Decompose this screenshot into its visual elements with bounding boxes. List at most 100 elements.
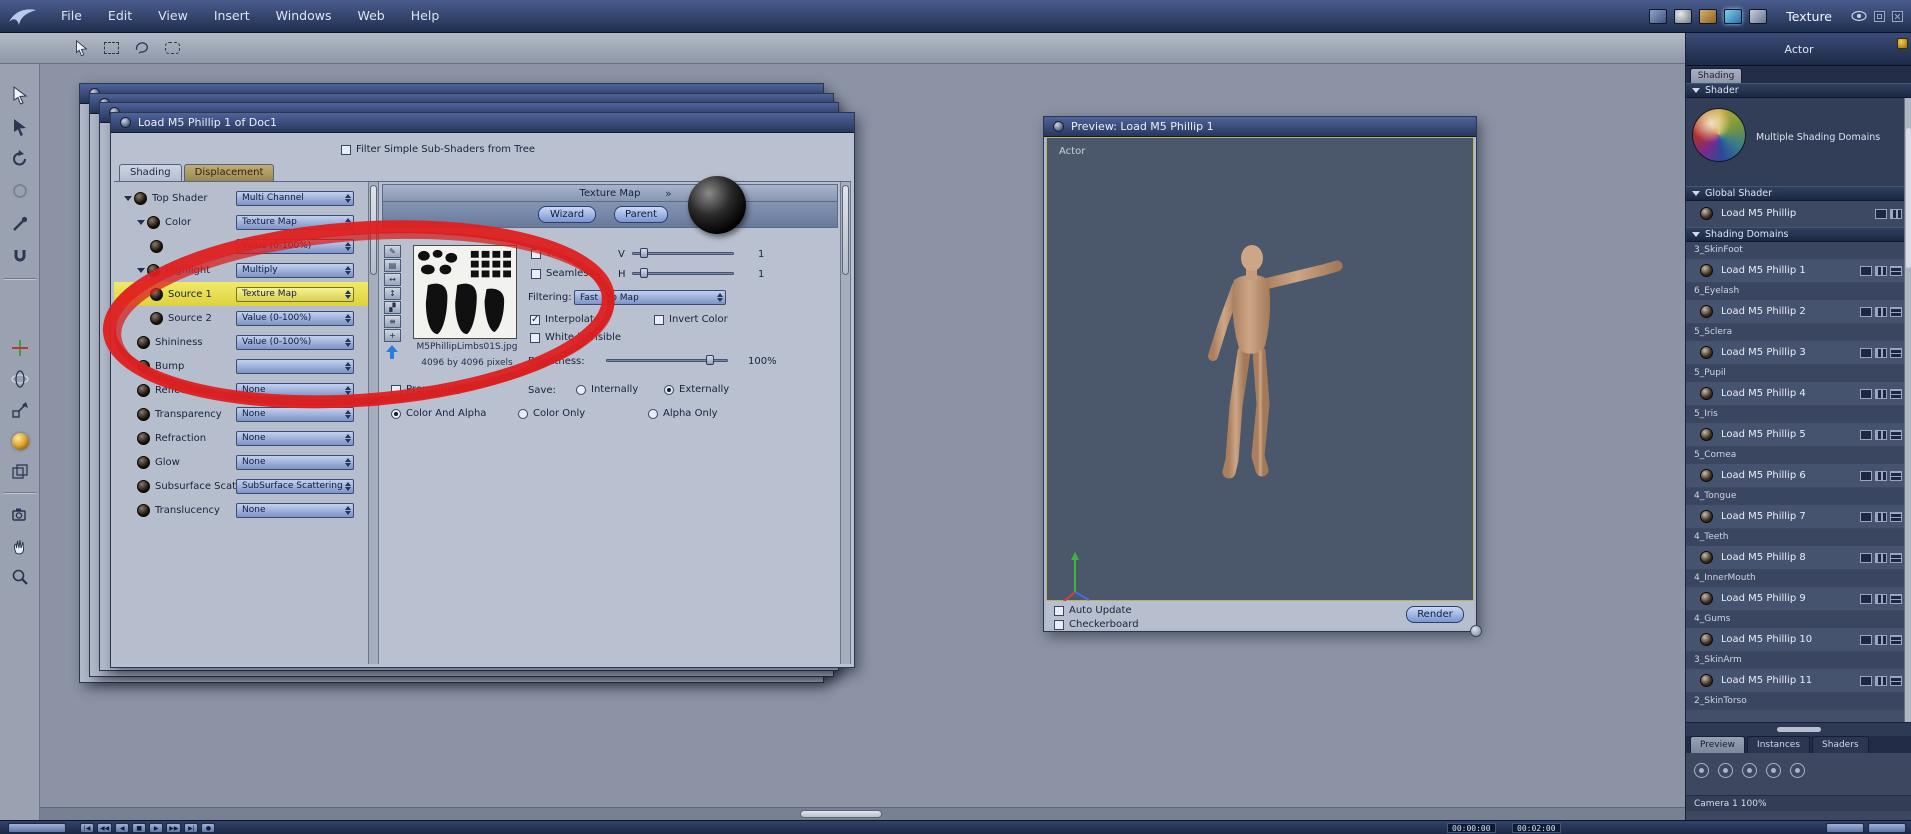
menu-item[interactable]: Web: [344, 0, 397, 32]
h-tiling-slider[interactable]: [632, 267, 734, 280]
preview-title-bar[interactable]: Preview: Load M5 Phillip 1: [1044, 117, 1476, 137]
panel-options-icon[interactable]: [1897, 38, 1908, 49]
shading-domain-group[interactable]: 5_Sclera: [1686, 324, 1911, 341]
shader-tree-row[interactable]: Transparency None: [114, 402, 368, 426]
frame-rate-dropdown[interactable]: [1868, 823, 1906, 833]
shading-domain-group[interactable]: 2_SkinTorso: [1686, 693, 1911, 710]
channel-type-dropdown[interactable]: Texture Map: [236, 286, 354, 302]
channel-type-dropdown[interactable]: Value (0-100%): [236, 310, 354, 326]
shading-domain-item[interactable]: Load M5 Phillip 4: [1686, 382, 1911, 406]
mini-tool-button[interactable]: ✎: [384, 245, 401, 258]
shading-domain-item[interactable]: Load M5 Phillip 3: [1686, 341, 1911, 365]
zoom-tool-icon[interactable]: [7, 564, 33, 590]
grid-icon[interactable]: [1875, 265, 1887, 276]
global-shader-item[interactable]: Load M5 Phillip: [1686, 201, 1911, 227]
grid-icon[interactable]: [1875, 675, 1887, 686]
parent-button[interactable]: Parent: [614, 206, 668, 223]
current-shader-ball-icon[interactable]: [7, 428, 33, 454]
channel-type-dropdown[interactable]: Multi Channel: [236, 190, 354, 206]
layers-icon[interactable]: [1890, 552, 1902, 563]
region-tool-icon[interactable]: [165, 42, 180, 54]
channel-type-dropdown[interactable]: None: [236, 430, 354, 446]
shader-tree-row[interactable]: Translucency None: [114, 498, 368, 522]
layers-icon[interactable]: [1890, 470, 1902, 481]
grid-icon[interactable]: [1875, 593, 1887, 604]
menu-item[interactable]: Help: [398, 0, 453, 32]
scale-3d-tool-icon[interactable]: [7, 397, 33, 423]
grid-icon[interactable]: [1875, 429, 1887, 440]
monitor-icon[interactable]: [1860, 388, 1872, 399]
layers-icon[interactable]: [1890, 347, 1902, 358]
monitor-icon[interactable]: [1860, 265, 1872, 276]
window-resize-handle[interactable]: [1470, 625, 1482, 637]
menu-item[interactable]: View: [145, 0, 201, 32]
channel-type-dropdown[interactable]: None: [236, 454, 354, 470]
camera-pan-icon[interactable]: [1718, 763, 1733, 778]
shader-tree-row[interactable]: Source 2 Value (0-100%): [114, 306, 368, 330]
expander-icon[interactable]: [137, 219, 147, 225]
monitor-icon[interactable]: [1860, 511, 1872, 522]
render-room-icon[interactable]: [1749, 8, 1768, 24]
dropdown-stepper-icon[interactable]: [345, 481, 351, 491]
shading-domain-group[interactable]: 3_SkinArm: [1686, 652, 1911, 669]
panel-scrollbar[interactable]: [840, 182, 851, 664]
sidebar-bottom-tab[interactable]: Instances: [1747, 736, 1811, 753]
shader-tree-row[interactable]: Source 1 Texture Map: [114, 282, 368, 306]
channel-type-dropdown[interactable]: None: [236, 382, 354, 398]
camera-orbit-icon[interactable]: [1694, 763, 1709, 778]
tree-scrollbar[interactable]: [368, 182, 379, 664]
document-canvas[interactable]: Load M5 Phillip 1 of Doc1 Filter Simple …: [40, 64, 1685, 820]
sidebar-bottom-tab[interactable]: Shaders: [1812, 736, 1869, 753]
eyedropper-tool-icon[interactable]: [7, 211, 33, 237]
cube-tool-icon[interactable]: [7, 459, 33, 485]
collapse-window-icon[interactable]: [1874, 10, 1885, 22]
shading-domain-group[interactable]: 5_Pupil: [1686, 365, 1911, 382]
dialog-tab[interactable]: Displacement: [183, 164, 275, 181]
sidebar-splitter[interactable]: [1686, 722, 1911, 736]
camera-zoom-icon[interactable]: [1742, 763, 1757, 778]
global-shader-section-header[interactable]: Global Shader: [1686, 186, 1911, 201]
render-button[interactable]: Render: [1406, 606, 1464, 623]
camera-frame-icon[interactable]: [1766, 763, 1781, 778]
visibility-eye-icon[interactable]: [1851, 10, 1867, 22]
scale-tool-icon[interactable]: [7, 178, 33, 204]
interpolate-checkbox[interactable]: [530, 314, 540, 325]
timeline-option-dropdown[interactable]: [1826, 823, 1864, 833]
shader-tree-row[interactable]: Top Shader Multi Channel: [114, 186, 368, 210]
shading-domain-group[interactable]: 5_Iris: [1686, 406, 1911, 423]
grid-icon[interactable]: [1875, 470, 1887, 481]
monitor-icon[interactable]: [1860, 347, 1872, 358]
grid-icon[interactable]: [1875, 511, 1887, 522]
play-back-icon[interactable]: ◀: [115, 823, 130, 833]
layers-icon[interactable]: [1890, 388, 1902, 399]
auto-update-checkbox[interactable]: [1054, 605, 1064, 616]
color-only-radio[interactable]: [518, 408, 528, 419]
shading-domain-group[interactable]: 3_SkinFoot: [1686, 242, 1911, 259]
dropdown-stepper-icon[interactable]: [345, 385, 351, 395]
white-is-visible-checkbox[interactable]: [530, 332, 540, 343]
dropdown-stepper-icon[interactable]: [345, 217, 351, 227]
select-tool-icon[interactable]: [72, 39, 90, 57]
canvas-h-scrollbar[interactable]: [40, 807, 1685, 820]
shading-domain-item[interactable]: Load M5 Phillip 6: [1686, 464, 1911, 488]
dropdown-stepper-icon[interactable]: [345, 505, 351, 515]
dialog-tab[interactable]: Shading: [119, 164, 182, 181]
layers-icon[interactable]: [1890, 306, 1902, 317]
grid-icon[interactable]: [1875, 552, 1887, 563]
shader-tree-row[interactable]: Refraction None: [114, 426, 368, 450]
shader-tree-row[interactable]: Shininess Value (0-100%): [114, 330, 368, 354]
wizard-button[interactable]: Wizard: [538, 206, 596, 223]
mini-tool-button[interactable]: ≡: [384, 315, 401, 328]
layers-icon[interactable]: [1890, 593, 1902, 604]
menu-item[interactable]: Insert: [201, 0, 263, 32]
shader-tree-row[interactable]: Glow None: [114, 450, 368, 474]
dropdown-stepper-icon[interactable]: [345, 457, 351, 467]
grid-icon[interactable]: [1875, 634, 1887, 645]
select-arrow-tool[interactable]: [7, 82, 33, 108]
mini-tool-button[interactable]: ▤: [384, 259, 401, 272]
dropdown-stepper-icon[interactable]: [717, 293, 723, 302]
expander-icon[interactable]: [124, 195, 134, 201]
layers-icon[interactable]: [1890, 265, 1902, 276]
shading-domain-item[interactable]: Load M5 Phillip 9: [1686, 587, 1911, 611]
shader-tree-row[interactable]: Bump: [114, 354, 368, 378]
